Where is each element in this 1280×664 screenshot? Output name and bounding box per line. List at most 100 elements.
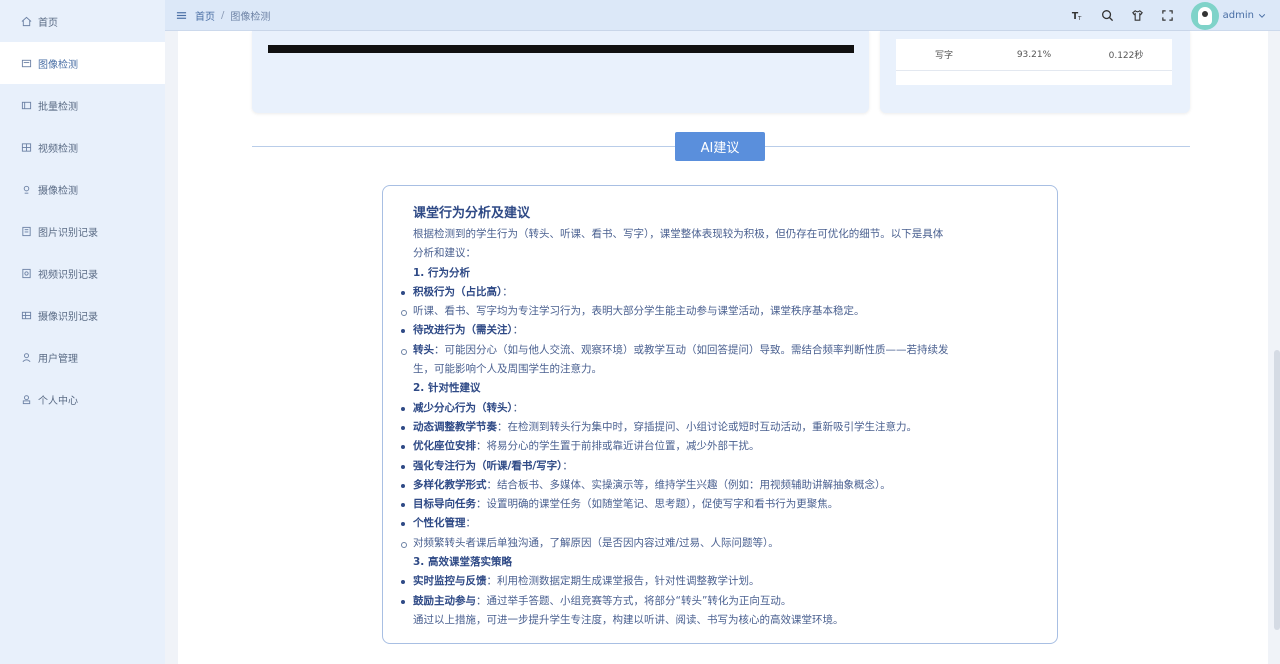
list-item: 强化专注行为（听课/看书/写字）： <box>401 457 1039 476</box>
item-bold: 优化座位安排 <box>413 440 476 453</box>
sidebar-item-image-record[interactable]: 图片识别记录 <box>0 210 165 252</box>
advice-conclusion: 通过以上措施，可进一步提升学生专注度，构建以听讲、阅读、书写为核心的高效课堂环境… <box>401 611 1039 630</box>
cell-time: 0.122秒 <box>1108 51 1144 61</box>
list-item-cont: 生，可能影响个人及周围学生的注意力。 <box>401 360 1039 379</box>
sidebar-item-label: 首页 <box>38 17 58 29</box>
advice-intro: 根据检测到的学生行为（转头、听课、看书、写字），课堂整体表现较为积极，但仍存在可… <box>401 225 1039 244</box>
sidebar-item-image-detect[interactable]: 图像检测 <box>0 42 165 84</box>
item-text: ： <box>465 517 477 530</box>
sidebar-item-camera-detect[interactable]: 摄像检测 <box>0 168 165 210</box>
item-bold: 减少分心行为（转头） <box>413 401 513 414</box>
theme-shirt-icon[interactable] <box>1131 9 1145 23</box>
list-item: 优化座位安排：将易分心的学生置于前排或靠近讲台位置，减少外部干扰。 <box>401 437 1039 456</box>
breadcrumb-separator: / <box>221 9 225 21</box>
list-item: 转头：可能因分心（如与他人交流、观察环境）或教学互动（如回答提问）导致。需结合频… <box>401 341 1039 360</box>
sidebar-item-personal-center[interactable]: 个人中心 <box>0 378 165 420</box>
image-record-icon <box>20 225 32 237</box>
item-text: ：将易分心的学生置于前排或靠近讲台位置，减少外部干扰。 <box>476 440 760 453</box>
sidebar-item-home[interactable]: 首页 <box>0 0 165 42</box>
advice-title: 课堂行为分析及建议 <box>413 206 531 221</box>
breadcrumb-home[interactable]: 首页 <box>195 8 215 23</box>
item-bold: 目标导向任务 <box>413 498 476 511</box>
search-icon[interactable] <box>1101 9 1115 23</box>
page-scrollbar[interactable] <box>1274 350 1280 630</box>
detection-image-preview <box>268 45 854 53</box>
sidebar-item-label: 摄像检测 <box>38 185 78 197</box>
font-size-icon[interactable]: TT <box>1071 9 1085 23</box>
item-text: ：在检测到转头行为集中时，穿插提问、小组讨论或短时互动活动，重新吸引学生注意力。 <box>497 420 917 433</box>
item-text: ： <box>562 459 573 472</box>
item-bold: 转头 <box>413 343 434 356</box>
image-icon <box>20 57 32 69</box>
item-text: ：可能因分心（如与他人交流、观察环境）或教学互动（如回答提问）导致。需结合频率判… <box>434 343 949 356</box>
item-text: ：利用检测数据定期生成课堂报告，针对性调整教学计划。 <box>486 575 760 588</box>
item-text: 对频繁转头者课后单独沟通，了解原因（是否因内容过难/过易、人际问题等）。 <box>413 536 779 549</box>
list-item: 积极行为（占比高）： <box>401 283 1039 302</box>
section-heading: 3. 高效课堂落实策略 <box>413 556 512 569</box>
sidebar-item-camera-record[interactable]: 摄像识别记录 <box>0 294 165 336</box>
item-bold: 动态调整教学节奏 <box>413 420 497 433</box>
intro-line-2: 分析和建议： <box>413 247 476 260</box>
chevron-down-icon[interactable] <box>1258 11 1268 21</box>
item-bold: 积极行为（占比高） <box>413 285 503 298</box>
home-icon <box>20 15 32 27</box>
ai-advice-badge: AI建议 <box>675 132 765 161</box>
item-text: 生，可能影响个人及周围学生的注意力。 <box>413 363 602 376</box>
avatar[interactable] <box>1190 1 1219 30</box>
item-bold: 待改进行为（需关注） <box>413 324 513 337</box>
item-text: ： <box>502 285 513 298</box>
top-header: 首页 / 图像检测 TT admin <box>165 0 1280 31</box>
header-actions: TT admin <box>1063 0 1280 31</box>
item-text: ： <box>512 324 524 337</box>
detection-image-card <box>252 31 869 113</box>
list-item: 个性化管理： <box>401 514 1039 533</box>
sidebar-item-label: 摄像识别记录 <box>38 311 98 323</box>
video-icon <box>20 141 32 153</box>
list-item: 待改进行为（需关注）： <box>401 321 1039 340</box>
detection-result-card: 写字 93.21% 0.122秒 <box>880 31 1190 113</box>
sidebar-item-label: 批量检测 <box>38 101 78 113</box>
list-item: 目标导向任务：设置明确的课堂任务（如随堂笔记、思考题），促使写字和看书行为更聚焦… <box>401 495 1039 514</box>
item-text: ：结合板书、多媒体、实操演示等，维持学生兴趣（例如：用视频辅助讲解抽象概念）。 <box>486 478 891 491</box>
conclusion-text: 通过以上措施，可进一步提升学生专注度，构建以听讲、阅读、书写为核心的高效课堂环境… <box>413 613 844 626</box>
camera-icon <box>20 183 32 195</box>
list-item: 对频繁转头者课后单独沟通，了解原因（是否因内容过难/过易、人际问题等）。 <box>401 534 1039 553</box>
ai-advice-panel: 课堂行为分析及建议 根据检测到的学生行为（转头、听课、看书、写字），课堂整体表现… <box>382 185 1058 644</box>
list-item: 听课、看书、写字均为专注学习行为，表明大部分学生能主动参与课堂活动，课堂秩序基本… <box>401 302 1039 321</box>
list-item: 多样化教学形式：结合板书、多媒体、实操演示等，维持学生兴趣（例如：用视频辅助讲解… <box>401 476 1039 495</box>
sidebar-item-user-manage[interactable]: 用户管理 <box>0 336 165 378</box>
fullscreen-icon[interactable] <box>1161 9 1175 23</box>
sidebar-item-video-detect[interactable]: 视频检测 <box>0 126 165 168</box>
item-text: 听课、看书、写字均为专注学习行为，表明大部分学生能主动参与课堂活动，课堂秩序基本… <box>413 305 865 318</box>
user-name[interactable]: admin <box>1223 10 1254 21</box>
sidebar-item-batch-detect[interactable]: 批量检测 <box>0 84 165 126</box>
list-item: 减少分心行为（转头）： <box>401 399 1039 418</box>
item-bold: 鼓励主动参与 <box>413 594 476 607</box>
sidebar-item-label: 视频检测 <box>38 143 78 155</box>
sidebar: 首页 图像检测 批量检测 视频检测 摄像检测 图片识别记录 视频识别记录 摄像识… <box>0 0 165 664</box>
user-icon <box>20 351 32 363</box>
person-icon <box>20 393 32 405</box>
sidebar-item-label: 视频识别记录 <box>38 269 98 281</box>
item-bold: 多样化教学形式 <box>413 478 487 491</box>
menu-toggle-icon[interactable] <box>175 9 187 21</box>
sidebar-item-video-record[interactable]: 视频识别记录 <box>0 252 165 294</box>
sidebar-item-label: 图像检测 <box>38 59 78 71</box>
cell-confidence: 93.21% <box>1016 49 1052 60</box>
batch-icon <box>20 99 32 111</box>
list-item: 鼓励主动参与：通过举手答题、小组竞赛等方式，将部分“转头”转化为正向互动。 <box>401 592 1039 611</box>
section-heading: 1. 行为分析 <box>413 266 470 279</box>
section-heading: 2. 针对性建议 <box>413 382 481 395</box>
breadcrumb-current: 图像检测 <box>230 11 271 23</box>
item-text: ： <box>512 401 524 414</box>
main-content: 写字 93.21% 0.122秒 AI建议 课堂行为分析及建议 根据检测到的学生… <box>178 31 1268 664</box>
item-text: ：设置明确的课堂任务（如随堂笔记、思考题），促使写字和看书行为更聚焦。 <box>476 498 839 511</box>
sidebar-item-label: 图片识别记录 <box>38 227 98 239</box>
sidebar-item-label: 个人中心 <box>38 395 78 407</box>
advice-intro-cont: 分析和建议： <box>401 244 1039 263</box>
list-item: 动态调整教学节奏：在检测到转头行为集中时，穿插提问、小组讨论或短时互动活动，重新… <box>401 418 1039 437</box>
cell-behavior: 写字 <box>934 51 953 61</box>
intro-line-1: 根据检测到的学生行为（转头、听课、看书、写字），课堂整体表现较为积极，但仍存在可… <box>413 228 944 240</box>
item-text: ：通过举手答题、小组竞赛等方式，将部分“转头”转化为正向互动。 <box>476 594 792 607</box>
avatar-figure <box>1197 6 1212 25</box>
